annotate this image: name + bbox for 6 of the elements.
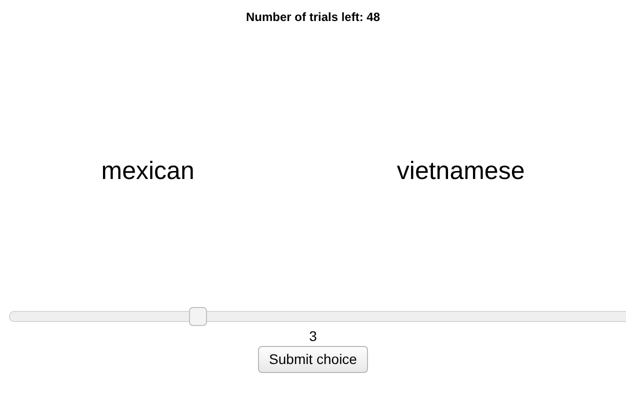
submit-button[interactable]: Submit choice — [258, 346, 368, 373]
slider-value: 3 — [309, 328, 317, 344]
slider-thumb[interactable] — [188, 307, 206, 326]
option-label: mexican — [101, 156, 194, 185]
trials-counter: Number of trials left: 48 — [246, 10, 380, 24]
option-label: vietnamese — [396, 156, 525, 185]
